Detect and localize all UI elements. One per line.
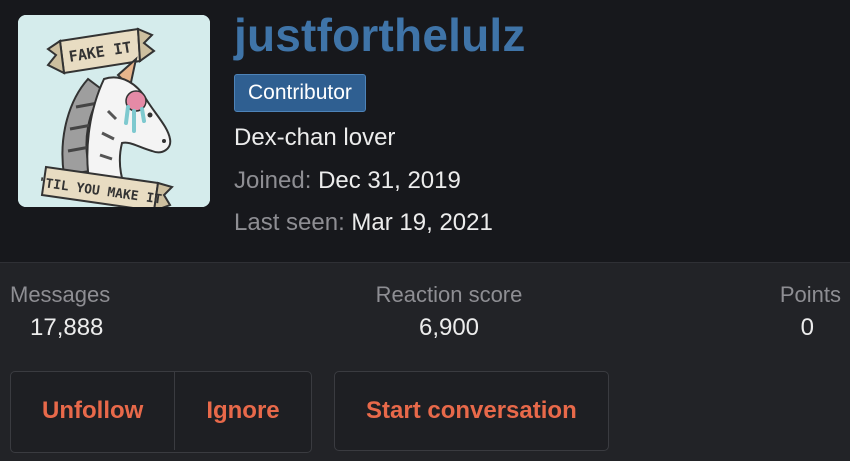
follow-ignore-button-group: Unfollow Ignore [10, 371, 312, 453]
username-link[interactable]: justforthelulz [234, 8, 526, 62]
points-label: Points [779, 282, 841, 307]
reaction-score-label: Reaction score [375, 282, 523, 307]
reaction-score-value: 6,900 [418, 314, 480, 341]
profile-stats-panel: Messages 17,888 Reaction score 6,900 Poi… [0, 262, 850, 461]
stat-reaction-score: Reaction score 6,900 [365, 282, 533, 342]
last-seen-date: Mar 19, 2021 [351, 209, 493, 236]
last-seen-row: Last seen: Mar 19, 2021 [234, 209, 493, 237]
custom-title: Dex-chan lover [234, 124, 396, 151]
start-conversation-button[interactable]: Start conversation [334, 371, 609, 451]
joined-row: Joined: Dec 31, 2019 [234, 167, 461, 195]
unicorn-icon: FAKE IT 'TIL YOU MAKE IT [18, 15, 210, 207]
avatar[interactable]: FAKE IT 'TIL YOU MAKE IT [18, 15, 210, 207]
ignore-button[interactable]: Ignore [174, 372, 310, 450]
member-profile-card: FAKE IT 'TIL YOU MAKE IT justforthelulz … [0, 0, 850, 461]
joined-date: Dec 31, 2019 [318, 167, 461, 194]
messages-label: Messages [10, 282, 111, 307]
profile-header: FAKE IT 'TIL YOU MAKE IT justforthelulz … [0, 0, 850, 262]
stat-messages[interactable]: Messages 17,888 [10, 282, 110, 342]
user-title-badge: Contributor [234, 74, 366, 112]
points-value[interactable]: 0 [780, 314, 841, 342]
unfollow-button[interactable]: Unfollow [11, 372, 174, 450]
joined-label: Joined: [234, 167, 312, 194]
stat-points[interactable]: Points 0 [780, 282, 841, 342]
last-seen-label: Last seen: [234, 209, 345, 236]
messages-count[interactable]: 17,888 [10, 314, 110, 342]
